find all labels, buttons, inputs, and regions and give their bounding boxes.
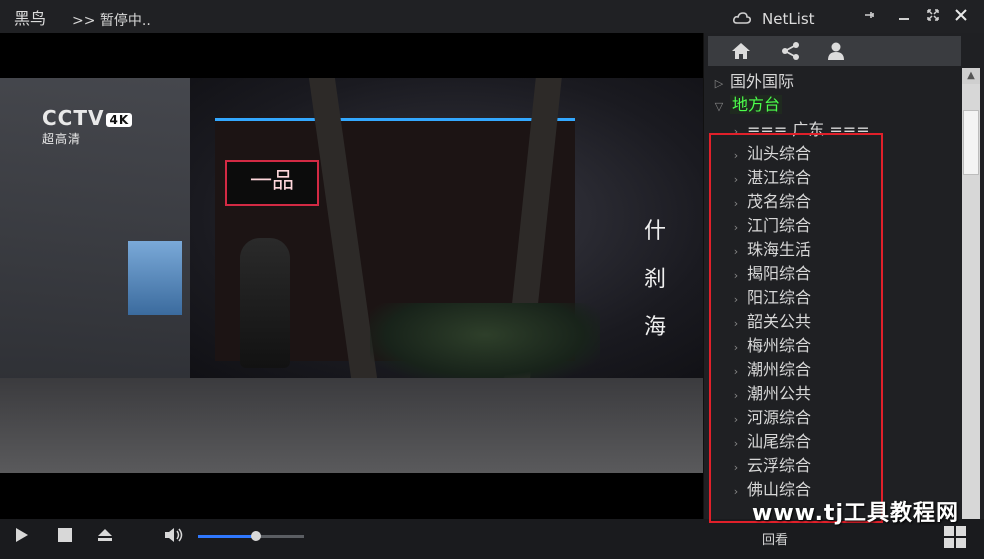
fullscreen-button[interactable] (924, 8, 942, 26)
scroll-thumb[interactable] (963, 110, 979, 175)
shop-sign: 一品 (225, 160, 319, 206)
watermark: www.tj工具教程网 (752, 501, 959, 526)
replay-button[interactable]: 回看 (762, 529, 788, 548)
close-button[interactable] (952, 8, 970, 26)
volume-fill (198, 535, 257, 538)
grid-view-icon[interactable] (944, 526, 966, 548)
scroll-up-icon[interactable]: ▲ (962, 68, 980, 84)
potted-plants (370, 303, 600, 383)
panel-title: NetList (762, 10, 815, 28)
cloud-icon (733, 10, 751, 24)
playback-status: >> 暂停中.. (72, 13, 151, 29)
wall-poster (128, 241, 182, 315)
place-name-caption: 什刹海 (643, 219, 666, 340)
app-name: 黑鸟 (14, 9, 47, 28)
user-icon[interactable] (824, 40, 848, 62)
play-button[interactable] (12, 525, 32, 545)
tree-item-local[interactable]: ▽ 地方台 (712, 93, 783, 117)
channel-logo-text: CCTV (42, 106, 105, 130)
volume-icon[interactable] (163, 525, 183, 545)
stop-button[interactable] (55, 525, 75, 545)
person-figure (240, 238, 290, 368)
tree-item-label: 地方台 (730, 95, 783, 114)
collapse-arrow-icon: ▽ (714, 100, 724, 113)
video-frame: 一品 CCTV 4K 超高清 什刹海 (0, 78, 703, 473)
road (0, 378, 703, 473)
minimize-button[interactable] (895, 8, 913, 26)
share-icon[interactable] (779, 40, 803, 62)
channel-badge: 4K (106, 112, 133, 127)
pin-icon[interactable] (860, 8, 878, 26)
home-icon[interactable] (729, 40, 753, 62)
eject-button[interactable] (95, 525, 115, 545)
tree-item-label: 国外国际 (730, 72, 795, 91)
video-player[interactable]: 一品 CCTV 4K 超高清 什刹海 (0, 33, 703, 519)
channel-sub: 超高清 (42, 132, 82, 146)
channel-logo: CCTV 4K 超高清 (42, 106, 142, 146)
highlight-box (709, 133, 883, 523)
tree-item-foreign[interactable]: ▷ 国外国际 (712, 70, 794, 94)
